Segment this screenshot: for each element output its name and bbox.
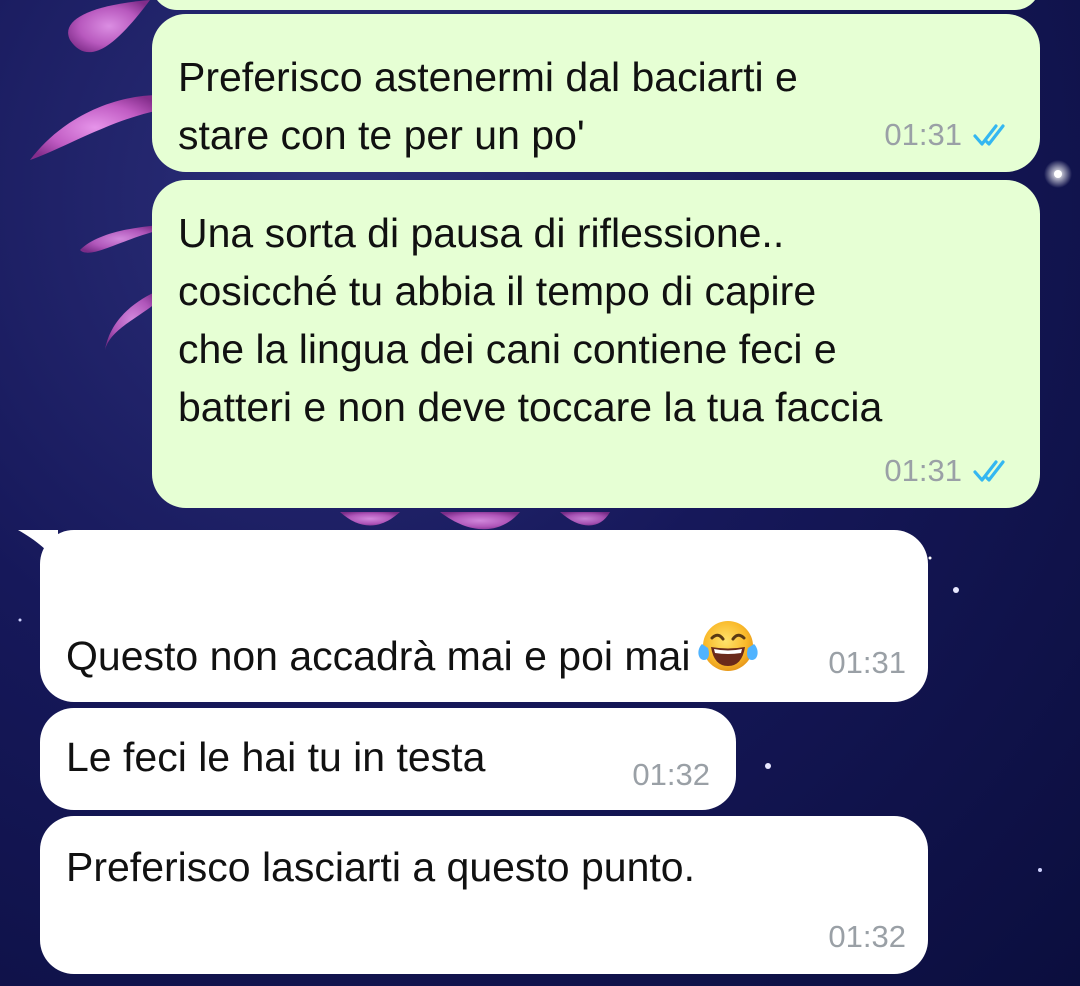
flower-petal (560, 512, 610, 526)
message-time: 01:31 (884, 453, 962, 488)
message-bubble-partial (152, 0, 1040, 10)
double-check-icon (973, 123, 1005, 146)
message-time: 01:31 (828, 645, 906, 680)
sparkle (1054, 170, 1062, 178)
message-time: 01:32 (828, 919, 906, 954)
flower-petal (340, 512, 400, 526)
sparkle (928, 556, 932, 560)
message-text: Preferisco lasciarti a questo punto. (66, 844, 695, 890)
flower-petal (68, 0, 150, 53)
message-time: 01:31 (884, 117, 962, 152)
sparkle (1038, 868, 1042, 872)
message-bubble-incoming[interactable]: Le feci le hai tu in testa 01:32 (40, 708, 736, 810)
message-meta: 01:32 (632, 759, 710, 790)
sparkle (953, 587, 959, 593)
flower-petal (80, 225, 160, 253)
flower-petal (30, 95, 160, 160)
message-bubble-incoming[interactable]: Questo non accadrà mai e poi mai 01:31 (40, 530, 928, 702)
message-meta: 01:32 (828, 921, 906, 952)
face-with-tears-of-joy-icon (698, 621, 759, 671)
message-text: Preferisco astenermi dal baciarti e star… (178, 54, 798, 158)
message-time: 01:32 (632, 757, 710, 792)
flower-petal (440, 512, 520, 530)
message-bubble-incoming[interactable]: Preferisco lasciarti a questo punto. 01:… (40, 816, 928, 974)
message-text: Le feci le hai tu in testa (66, 734, 486, 780)
message-text: Una sorta di pausa di riflessione.. cosi… (178, 210, 883, 430)
sparkle (18, 618, 22, 622)
message-bubble-outgoing[interactable]: Preferisco astenermi dal baciarti e star… (152, 14, 1040, 172)
message-text-content: Questo non accadrà mai e poi mai (66, 633, 691, 679)
double-check-icon (973, 459, 1005, 482)
message-text: Questo non accadrà mai e poi mai (66, 556, 760, 685)
message-meta: 01:31 (884, 455, 1018, 486)
sparkle (765, 763, 771, 769)
message-meta: 01:31 (828, 647, 906, 678)
message-bubble-outgoing[interactable]: Una sorta di pausa di riflessione.. cosi… (152, 180, 1040, 508)
message-meta: 01:31 (884, 119, 1018, 150)
